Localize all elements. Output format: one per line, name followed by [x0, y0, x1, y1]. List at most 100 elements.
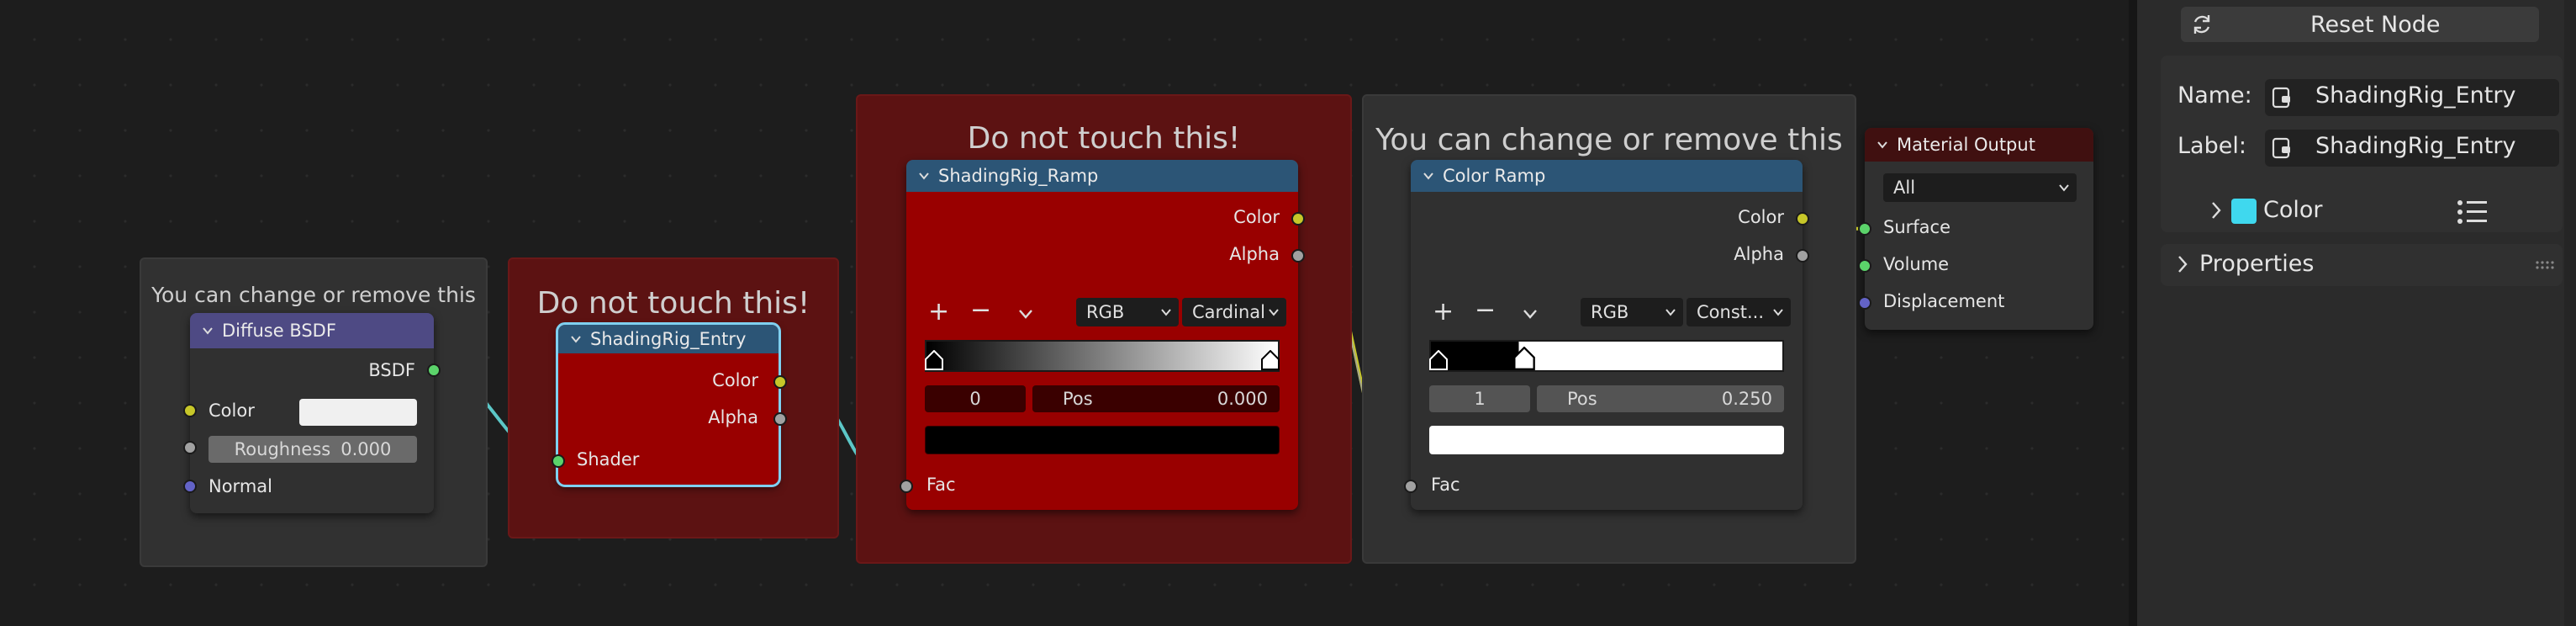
color-ramp-gradient[interactable] — [925, 340, 1280, 372]
input-surface-socket[interactable] — [1858, 222, 1871, 236]
chevron-down-icon[interactable] — [918, 170, 930, 182]
output-bsdf-socket[interactable] — [427, 363, 441, 377]
stop-color-field[interactable] — [1429, 426, 1784, 454]
color-mode-value: RGB — [1591, 302, 1629, 322]
list-icon[interactable] — [2457, 199, 2489, 225]
input-fac-label: Fac — [1431, 475, 1460, 495]
input-volume-label: Volume — [1883, 254, 1950, 274]
node-title: ShadingRig_Entry — [590, 329, 747, 349]
input-fac-label: Fac — [926, 475, 956, 495]
chevron-down-icon[interactable] — [1423, 170, 1434, 182]
chevron-down-icon[interactable] — [202, 325, 214, 337]
ramp-stop-handle-active[interactable] — [1513, 347, 1535, 370]
chevron-right-icon[interactable] — [2209, 200, 2223, 220]
properties-panel-header[interactable]: Properties — [2161, 244, 2563, 286]
name-value: ShadingRig_Entry — [2315, 82, 2516, 109]
label-label: Label: — [2177, 133, 2246, 159]
input-displacement-label: Displacement — [1883, 291, 2005, 311]
stop-index-field[interactable]: 0 — [925, 385, 1026, 412]
input-fac-socket[interactable] — [1404, 480, 1417, 493]
name-label: Name: — [2177, 82, 2252, 109]
node-diffuse-bsdf[interactable]: Diffuse BSDF BSDF Color Roughness 0.000 … — [183, 313, 441, 513]
frame-label: Do not touch this! — [967, 121, 1241, 156]
frame-label: Do not touch this! — [536, 286, 810, 321]
stop-color-field[interactable] — [925, 426, 1280, 454]
frame-label: You can change or remove this — [1375, 123, 1843, 157]
node-title: Diffuse BSDF — [222, 321, 336, 341]
chevron-down-icon[interactable] — [1522, 308, 1539, 320]
input-normal-socket[interactable] — [183, 480, 197, 493]
node-title: Material Output — [1897, 135, 2035, 155]
node-shadingrig-entry[interactable]: ShadingRig_Entry Color Alpha Shader — [552, 322, 787, 487]
remove-stop-icon[interactable]: − — [1475, 298, 1496, 323]
color-swatch-field[interactable] — [299, 399, 417, 426]
node-icon — [2272, 137, 2290, 159]
input-shader-socket[interactable] — [552, 454, 565, 468]
input-color-socket[interactable] — [183, 404, 197, 417]
reset-node-label: Reset Node — [2310, 12, 2441, 38]
remove-stop-icon[interactable]: − — [970, 298, 991, 323]
output-alpha-socket[interactable] — [1796, 249, 1809, 263]
input-normal-label: Normal — [209, 476, 272, 496]
color-ramp-gradient[interactable] — [1429, 340, 1784, 372]
chevron-down-icon[interactable] — [1017, 308, 1034, 320]
ramp-stop-handle[interactable] — [1429, 350, 1448, 370]
input-fac-socket[interactable] — [900, 480, 913, 493]
color-swatch[interactable] — [2231, 199, 2257, 224]
ramp-stop-handle[interactable] — [1261, 350, 1280, 370]
region-divider[interactable] — [2129, 0, 2137, 626]
properties-label: Properties — [2199, 251, 2315, 277]
node-header[interactable]: ShadingRig_Entry — [558, 325, 779, 353]
sidebar-tabs-strip[interactable] — [2564, 0, 2576, 626]
node-color-ramp[interactable]: Color Ramp Color Alpha + − RGB Const... … — [1404, 160, 1809, 510]
pos-value: 0.000 — [1217, 389, 1268, 409]
chevron-down-icon — [1161, 309, 1171, 316]
input-displacement-socket[interactable] — [1858, 296, 1871, 310]
node-header[interactable]: Diffuse BSDF — [190, 313, 434, 348]
input-roughness-socket[interactable] — [183, 441, 197, 454]
ramp-stop-handle[interactable] — [925, 350, 943, 370]
properties-sidebar: Reset Node Name: ShadingRig_Entry Label:… — [2137, 0, 2576, 626]
roughness-field[interactable]: Roughness 0.000 — [209, 436, 417, 463]
output-alpha-label: Alpha — [708, 407, 758, 427]
color-mode-dropdown[interactable]: RGB — [1076, 298, 1179, 326]
reset-node-button[interactable]: Reset Node — [2181, 7, 2539, 42]
node-shadingrig-ramp[interactable]: ShadingRig_Ramp Color Alpha + − RGB Card… — [900, 160, 1305, 510]
input-volume-socket[interactable] — [1858, 259, 1871, 273]
frame-label: You can change or remove this — [151, 283, 476, 307]
interpolation-dropdown[interactable]: Const... — [1687, 298, 1791, 326]
output-alpha-socket[interactable] — [773, 412, 787, 426]
stop-position-field[interactable]: Pos 0.000 — [1032, 385, 1280, 412]
target-dropdown[interactable]: All — [1883, 173, 2077, 202]
target-value: All — [1893, 178, 1916, 198]
add-stop-icon[interactable]: + — [928, 300, 949, 325]
output-color-socket[interactable] — [1796, 212, 1809, 225]
node-material-output[interactable]: Material Output All Surface Volume Displ… — [1858, 128, 2093, 330]
add-stop-icon[interactable]: + — [1433, 300, 1454, 325]
output-bsdf-label: BSDF — [368, 360, 415, 380]
stop-position-field[interactable]: Pos 0.250 — [1537, 385, 1784, 412]
interpolation-value: Const... — [1697, 302, 1765, 322]
color-mode-dropdown[interactable]: RGB — [1581, 298, 1683, 326]
output-color-label: Color — [712, 370, 758, 390]
output-color-socket[interactable] — [1291, 212, 1305, 225]
output-color-socket[interactable] — [773, 375, 787, 389]
chevron-down-icon[interactable] — [1877, 139, 1888, 151]
output-alpha-label: Alpha — [1734, 244, 1784, 264]
output-color-label: Color — [1738, 207, 1784, 227]
node-header[interactable]: Material Output — [1865, 128, 2093, 162]
refresh-icon — [2193, 15, 2210, 34]
node-header[interactable]: ShadingRig_Ramp — [906, 160, 1298, 192]
output-alpha-socket[interactable] — [1291, 249, 1305, 263]
chevron-down-icon[interactable] — [570, 333, 582, 345]
output-color-label: Color — [1233, 207, 1280, 227]
stop-index-field[interactable]: 1 — [1429, 385, 1530, 412]
drag-handle-icon[interactable] — [2536, 261, 2556, 269]
chevron-down-icon — [1773, 309, 1783, 316]
chevron-down-icon — [2059, 184, 2069, 192]
label-value: ShadingRig_Entry — [2315, 133, 2516, 159]
node-header[interactable]: Color Ramp — [1411, 160, 1803, 192]
node-title: Color Ramp — [1443, 166, 1546, 186]
pos-value: 0.250 — [1721, 389, 1772, 409]
interpolation-dropdown[interactable]: Cardinal — [1182, 298, 1286, 326]
